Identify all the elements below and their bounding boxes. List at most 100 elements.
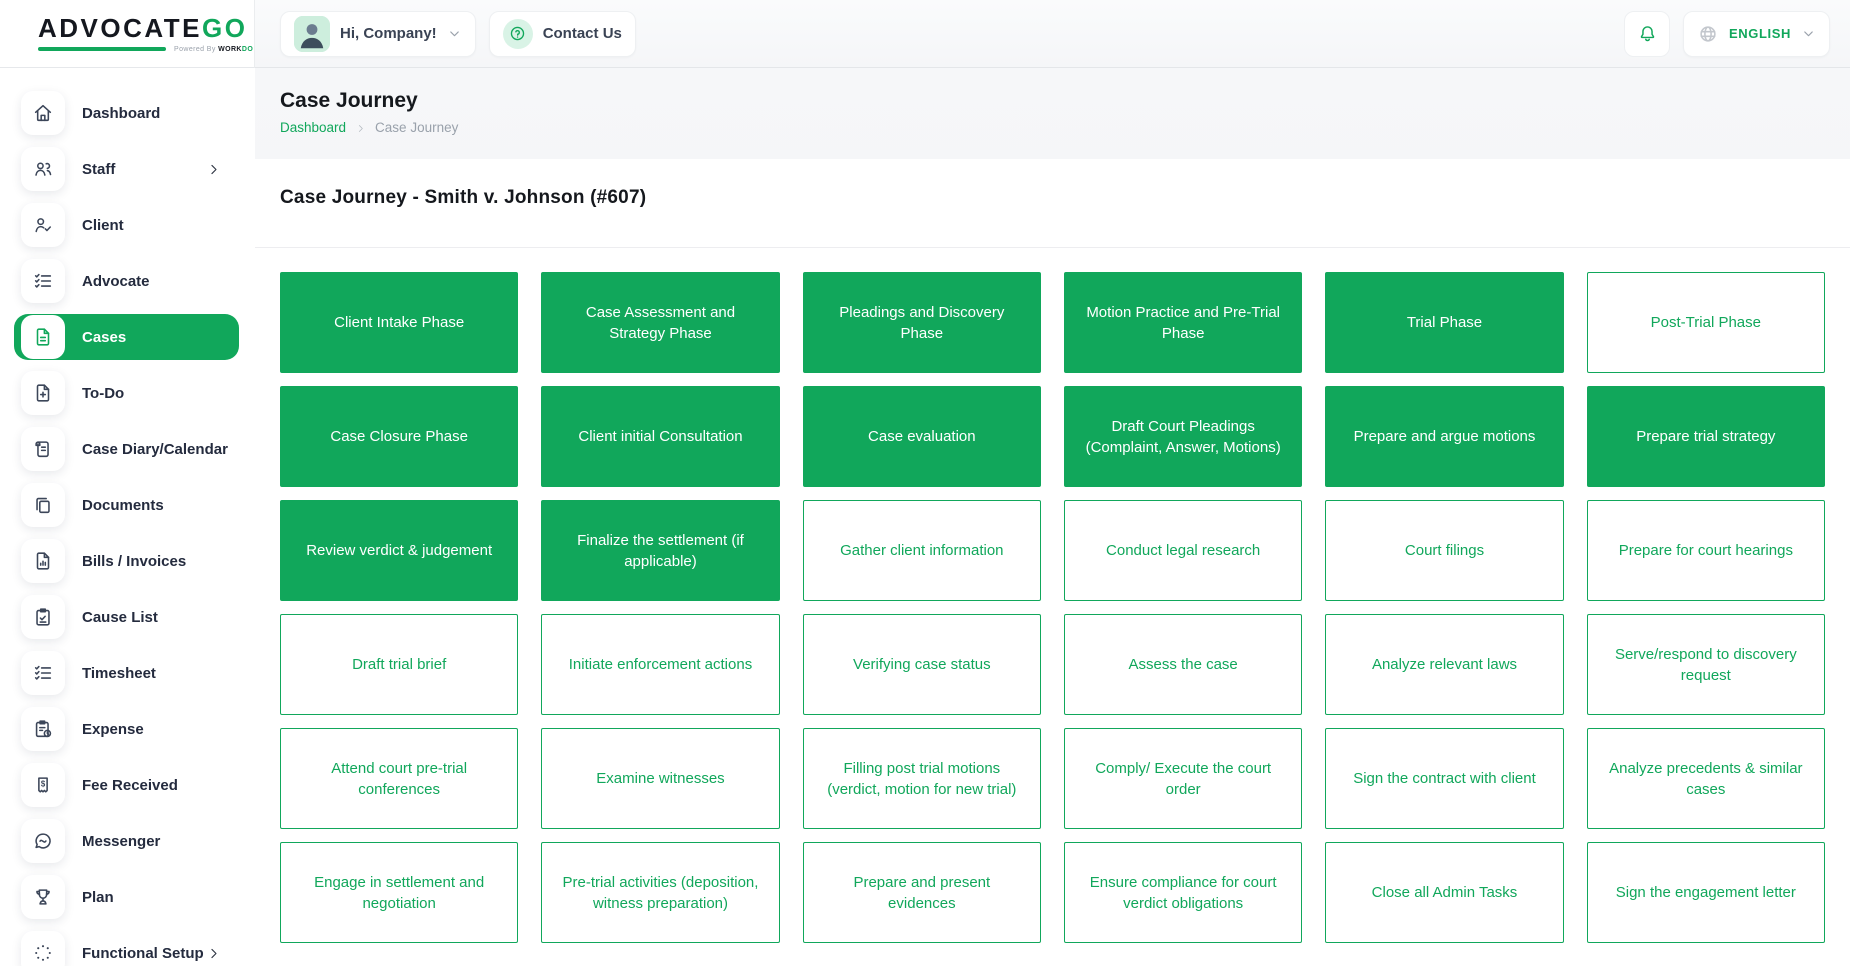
case-journey-grid: Client Intake Phase Case Assessment and S… <box>280 272 1825 943</box>
case-step-card-case-evaluation[interactable]: Case evaluation <box>802 386 1041 487</box>
case-step-label: Serve/respond to discovery request <box>1614 645 1797 684</box>
svg-text:$: $ <box>41 780 46 789</box>
case-step-card-analyze-relevant-laws[interactable]: Analyze relevant laws <box>1325 614 1564 715</box>
logo-cell: ADVOCATEGO Powered By WORKDO <box>0 0 255 68</box>
sidebar-item-timesheet[interactable]: Timesheet <box>14 650 239 696</box>
case-step-label: Prepare for court hearings <box>1618 542 1793 559</box>
sidebar-item-messenger[interactable]: Messenger <box>14 818 239 864</box>
sidebar-item-label: Case Diary/Calendar <box>82 440 228 458</box>
case-step-card-prepare-trial-strategy[interactable]: Prepare trial strategy <box>1586 386 1825 487</box>
case-step-label: Prepare and argue motions <box>1353 428 1536 445</box>
case-step-card-assess-the-case[interactable]: Assess the case <box>1063 614 1303 715</box>
sidebar-item-advocate[interactable]: Advocate <box>14 258 239 304</box>
top-header: Hi, Company! Contact Us ENGLISH <box>255 0 1850 68</box>
case-step-card-engage-in-settlement-and-negotiation[interactable]: Engage in settlement and negotiation <box>280 842 519 943</box>
sidebar-item-documents[interactable]: Documents <box>14 482 239 528</box>
case-step-label: Conduct legal research <box>1106 542 1261 559</box>
case-step-card-verifying-case-status[interactable]: Verifying case status <box>802 614 1041 715</box>
app-logo[interactable]: ADVOCATEGO Powered By WORKDO <box>38 15 253 53</box>
sidebar-item-fee-received[interactable]: $ Fee Received <box>14 762 239 808</box>
case-step-card-ensure-compliance-for-court-verdict-obligations[interactable]: Ensure compliance for court verdict obli… <box>1063 842 1303 943</box>
sidebar-item-label: Messenger <box>82 832 161 850</box>
case-step-label: Examine witnesses <box>596 770 725 787</box>
case-step-card-client-initial-consultation[interactable]: Client initial Consultation <box>541 386 780 487</box>
case-step-card-close-all-admin-tasks[interactable]: Close all Admin Tasks <box>1325 842 1564 943</box>
sidebar-item-label: Staff <box>82 160 116 178</box>
sidebar-item-dashboard[interactable]: Dashboard <box>14 90 239 136</box>
case-step-label: Motion Practice and Pre-Trial Phase <box>1086 303 1280 342</box>
case-step-card-draft-trial-brief[interactable]: Draft trial brief <box>280 614 519 715</box>
breadcrumb: Dashboard Case Journey <box>280 120 1825 135</box>
chevron-down-icon <box>1801 26 1816 41</box>
case-step-label: Ensure compliance for court verdict obli… <box>1089 873 1277 912</box>
case-step-label: Pre-trial activities (deposition, witnes… <box>562 873 759 912</box>
case-step-card-motion-practice-and-pre-trial-phase[interactable]: Motion Practice and Pre-Trial Phase <box>1063 272 1303 373</box>
case-step-label: Prepare trial strategy <box>1636 428 1776 445</box>
powered-by-label: Powered By WORKDO <box>174 45 254 53</box>
chat-icon <box>21 819 65 863</box>
list-check-icon <box>21 651 65 695</box>
case-step-card-draft-court-pleadings-complaint-answer-motions[interactable]: Draft Court Pleadings (Complaint, Answer… <box>1063 386 1303 487</box>
sidebar-item-cases[interactable]: Cases <box>14 314 239 360</box>
trophy-icon <box>21 875 65 919</box>
sidebar-item-expense[interactable]: Expense <box>14 706 239 752</box>
case-step-card-case-closure-phase[interactable]: Case Closure Phase <box>280 386 519 487</box>
case-step-card-initiate-enforcement-actions[interactable]: Initiate enforcement actions <box>541 614 780 715</box>
case-step-card-serve-respond-to-discovery-request[interactable]: Serve/respond to discovery request <box>1586 614 1825 715</box>
case-step-card-comply-execute-the-court-order[interactable]: Comply/ Execute the court order <box>1063 728 1303 829</box>
bell-icon <box>1637 23 1658 44</box>
case-step-card-gather-client-information[interactable]: Gather client information <box>802 500 1041 601</box>
case-step-card-pre-trial-activities-deposition-witness-preparation[interactable]: Pre-trial activities (deposition, witnes… <box>541 842 780 943</box>
case-step-card-review-verdict-judgement[interactable]: Review verdict & judgement <box>280 500 519 601</box>
sidebar-item-cause-list[interactable]: Cause List <box>14 594 239 640</box>
case-step-label: Pleadings and Discovery Phase <box>839 303 1005 342</box>
logo-wordmark: ADVOCATEGO <box>38 12 248 43</box>
case-step-label: Client initial Consultation <box>578 428 743 445</box>
case-step-label: Client Intake Phase <box>334 314 465 331</box>
sidebar-item-plan[interactable]: Plan <box>14 874 239 920</box>
list-check-icon <box>21 259 65 303</box>
case-step-card-pleadings-and-discovery-phase[interactable]: Pleadings and Discovery Phase <box>802 272 1041 373</box>
case-step-card-finalize-the-settlement-if-applicable[interactable]: Finalize the settlement (if applicable) <box>541 500 780 601</box>
case-step-card-prepare-and-present-evidences[interactable]: Prepare and present evidences <box>802 842 1041 943</box>
sidebar-item-bills-invoices[interactable]: Bills / Invoices <box>14 538 239 584</box>
sidebar-item-label: Bills / Invoices <box>82 552 187 570</box>
case-step-label: Post-Trial Phase <box>1650 314 1761 331</box>
case-step-card-filling-post-trial-motions-verdict-motion-for-new-trial[interactable]: Filling post trial motions (verdict, mot… <box>802 728 1041 829</box>
user-menu[interactable]: Hi, Company! <box>280 10 476 57</box>
case-step-card-court-filings[interactable]: Court filings <box>1325 500 1564 601</box>
case-journey-heading: Case Journey - Smith v. Johnson (#607) <box>280 187 647 208</box>
case-step-card-client-intake-phase[interactable]: Client Intake Phase <box>280 272 519 373</box>
sidebar-item-client[interactable]: Client <box>14 202 239 248</box>
case-step-card-examine-witnesses[interactable]: Examine witnesses <box>541 728 780 829</box>
case-step-card-trial-phase[interactable]: Trial Phase <box>1325 272 1564 373</box>
breadcrumb-dashboard-link[interactable]: Dashboard <box>280 120 346 135</box>
receipt-icon: $ <box>21 763 65 807</box>
sidebar-item-case-diary-calendar[interactable]: Case Diary/Calendar <box>14 426 239 472</box>
chevron-right-icon <box>355 122 366 133</box>
case-step-card-prepare-for-court-hearings[interactable]: Prepare for court hearings <box>1586 500 1825 601</box>
sidebar: Dashboard Staff Client Advocate Cases To-Do Ca… <box>0 68 255 966</box>
file-chart-icon <box>21 539 65 583</box>
home-icon <box>21 91 65 135</box>
case-step-label: Sign the engagement letter <box>1615 884 1796 901</box>
sidebar-item-functional-setup[interactable]: Functional Setup <box>14 930 239 966</box>
contact-us-button[interactable]: Contact Us <box>488 10 636 57</box>
chevron-down-icon <box>447 26 462 41</box>
case-step-card-prepare-and-argue-motions[interactable]: Prepare and argue motions <box>1325 386 1564 487</box>
case-step-card-sign-the-engagement-letter[interactable]: Sign the engagement letter <box>1586 842 1825 943</box>
case-step-card-analyze-precedents-similar-cases[interactable]: Analyze precedents & similar cases <box>1586 728 1825 829</box>
case-step-label: Case Assessment and Strategy Phase <box>585 303 736 342</box>
case-step-label: Case Closure Phase <box>330 428 468 445</box>
sidebar-item-staff[interactable]: Staff <box>14 146 239 192</box>
case-step-card-attend-court-pre-trial-conferences[interactable]: Attend court pre-trial conferences <box>280 728 519 829</box>
language-selector[interactable]: ENGLISH <box>1683 10 1830 57</box>
case-step-card-conduct-legal-research[interactable]: Conduct legal research <box>1063 500 1303 601</box>
case-step-card-post-trial-phase[interactable]: Post-Trial Phase <box>1586 272 1825 373</box>
case-step-card-case-assessment-and-strategy-phase[interactable]: Case Assessment and Strategy Phase <box>541 272 780 373</box>
case-step-label: Filling post trial motions (verdict, mot… <box>827 759 1017 798</box>
sidebar-item-label: Advocate <box>82 272 150 290</box>
sidebar-item-to-do[interactable]: To-Do <box>14 370 239 416</box>
notifications-button[interactable] <box>1624 10 1671 57</box>
case-step-card-sign-the-contract-with-client[interactable]: Sign the contract with client <box>1325 728 1564 829</box>
